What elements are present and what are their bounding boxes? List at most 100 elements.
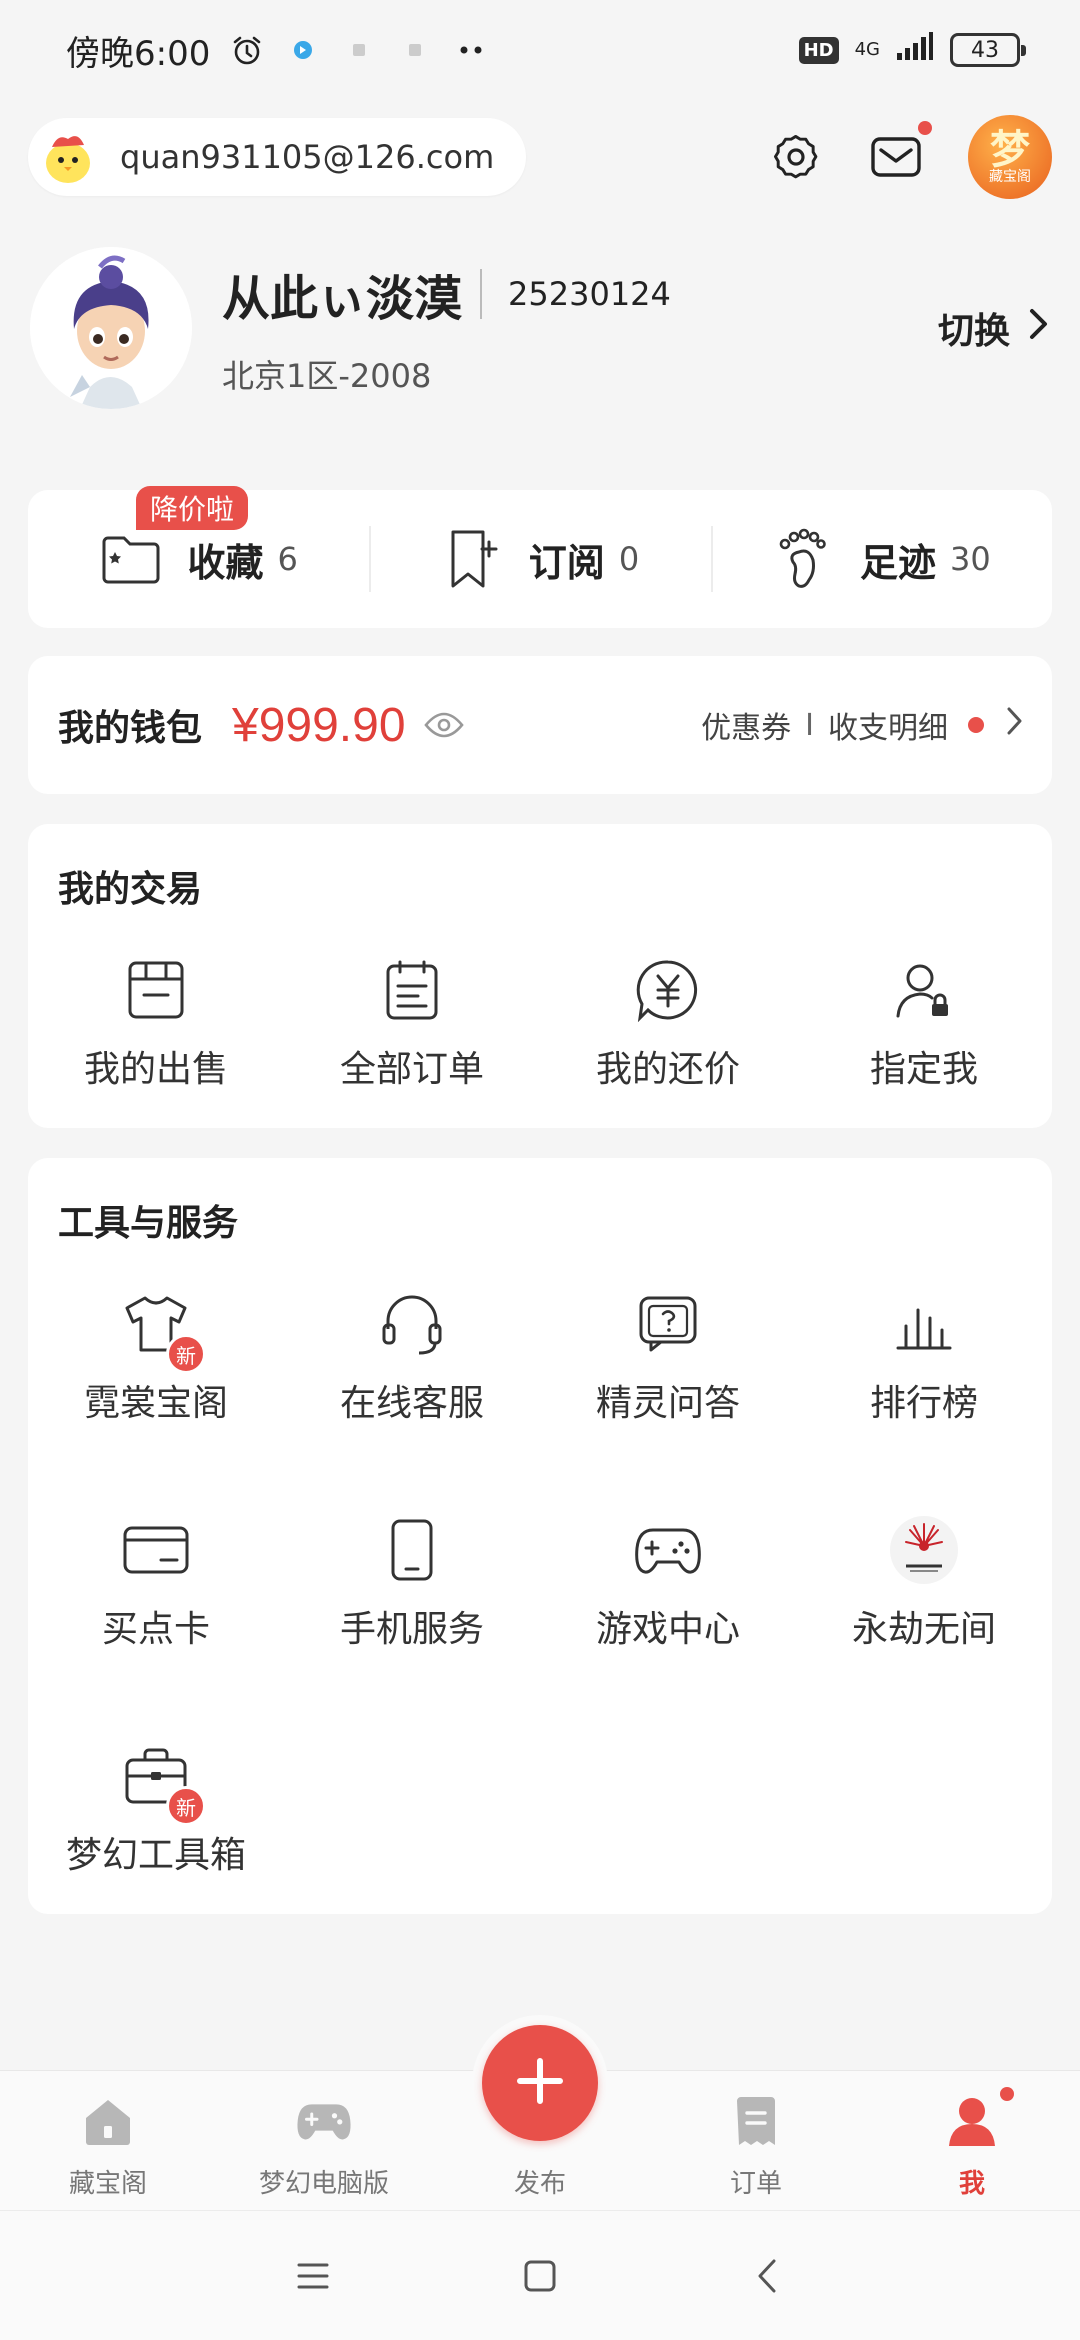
online-support-button[interactable]: 在线客服 (284, 1288, 540, 1514)
wallet-separator: I (805, 707, 814, 743)
user-id: 25230124 (508, 275, 671, 313)
nav-item-me[interactable]: 我 (864, 2071, 1080, 2210)
grid-label: 全部订单 (339, 1049, 484, 1090)
grid-label: 霓裳宝阁 (83, 1383, 228, 1424)
naraka-logo-icon (888, 1514, 960, 1586)
grid-label: 游戏中心 (595, 1609, 740, 1650)
user-icon (944, 2087, 1014, 2149)
home-square-icon[interactable] (510, 2246, 570, 2306)
grid-label: 排行榜 (869, 1383, 978, 1424)
stat-count: 30 (949, 540, 991, 578)
new-badge: 新 (166, 1786, 206, 1826)
plus-icon (514, 2055, 566, 2111)
section-title: 我的交易 (58, 869, 203, 910)
name-divider (480, 269, 483, 319)
switch-label: 切换 (937, 311, 1010, 352)
mail-icon[interactable] (868, 121, 932, 185)
price-drop-badge: 降价啦 (136, 486, 249, 530)
nav-item-publish[interactable]: 发布 (432, 2015, 648, 2210)
logo-text: 藏宝阁 (989, 169, 1031, 185)
wallet-notification-dot (968, 717, 984, 733)
grid-label: 买点卡 (101, 1609, 210, 1650)
my-sales-button[interactable]: 我的出售 (28, 954, 284, 1180)
bookmark-plus-icon (441, 527, 505, 591)
grid-label: 精灵问答 (595, 1383, 740, 1424)
spirit-qa-button[interactable]: 精灵问答 (540, 1288, 796, 1514)
network-type: 4G (854, 39, 880, 60)
stat-subscriptions[interactable]: 订阅 0 (369, 490, 710, 628)
chick-avatar-icon (38, 127, 98, 187)
fashion-pavilion-button[interactable]: 新 霓裳宝阁 (28, 1288, 284, 1514)
buy-points-card-button[interactable]: 买点卡 (28, 1514, 284, 1740)
all-orders-button[interactable]: 全部订单 (284, 954, 540, 1180)
account-pill[interactable]: quan931105@126.com (28, 118, 527, 196)
stat-count: 0 (618, 540, 640, 578)
signal-icon (896, 30, 934, 70)
assigned-to-me-button[interactable]: 指定我 (796, 954, 1052, 1180)
alarm-icon (230, 33, 264, 67)
coupon-link[interactable]: 优惠券 (701, 703, 791, 747)
phone-service-button[interactable]: 手机服务 (284, 1514, 540, 1740)
shop-icon (120, 954, 192, 1026)
eye-icon[interactable] (423, 705, 464, 745)
toolbox-icon: 新 (120, 1740, 206, 1826)
footprint-icon (772, 527, 836, 591)
folder-star-icon (99, 527, 163, 591)
menu-icon[interactable] (283, 2246, 343, 2306)
nav-item-treasure-pavilion[interactable]: 藏宝阁 (0, 2071, 216, 2210)
wallet-amount: ¥999.90 (232, 698, 406, 752)
transaction-details-link[interactable]: 收支明细 (828, 703, 948, 747)
mail-unread-dot (918, 121, 932, 135)
stat-count: 6 (277, 540, 298, 578)
stat-footprints[interactable]: 足迹 30 (710, 490, 1052, 628)
grid-label: 我的还价 (595, 1049, 740, 1090)
stat-label: 订阅 (528, 540, 605, 585)
grid-label: 梦幻工具箱 (65, 1835, 246, 1876)
back-icon[interactable] (737, 2246, 797, 2306)
settings-icon[interactable] (768, 129, 824, 185)
stat-label: 收藏 (187, 540, 264, 585)
ranking-button[interactable]: 排行榜 (796, 1288, 1052, 1514)
naraka-button[interactable]: 永劫无间 (796, 1514, 1052, 1740)
home-icon (80, 2093, 136, 2149)
wallet-title: 我的钱包 (58, 708, 203, 749)
wallet-card[interactable]: 我的钱包 ¥999.90 优惠券 I 收支明细 (28, 656, 1052, 794)
ranking-icon (888, 1288, 960, 1360)
profile-avatar[interactable] (30, 247, 192, 409)
bottom-nav: 藏宝阁 梦幻电脑版 发布 订单 我 (0, 2015, 1080, 2210)
nav-label: 订单 (729, 2169, 782, 2199)
app-logo[interactable]: 梦 藏宝阁 (968, 115, 1052, 199)
headset-icon (376, 1288, 448, 1360)
yen-icon (632, 954, 704, 1026)
nickname: 从此ぃ淡漠 (222, 271, 463, 327)
system-nav-bar (0, 2210, 1080, 2340)
game-center-button[interactable]: 游戏中心 (540, 1514, 796, 1740)
stat-favorites[interactable]: 降价啦 收藏 6 (28, 486, 369, 628)
nav-item-pc-version[interactable]: 梦幻电脑版 (216, 2071, 432, 2210)
stats-card: 降价啦 收藏 6 订阅 0 足迹 30 (28, 486, 1052, 628)
order-icon (728, 2093, 784, 2149)
toolbox-button[interactable]: 新 梦幻工具箱 (28, 1740, 284, 1966)
card-icon (120, 1514, 192, 1586)
my-bargains-button[interactable]: 我的还价 (540, 954, 796, 1180)
server-name: 北京1区-2008 (222, 357, 432, 395)
my-trades-card: 我的交易 我的出售 全部订单 我的还价 指定我 (28, 824, 1052, 1128)
app-notification-icon (342, 33, 376, 67)
grid-label: 手机服务 (339, 1609, 484, 1650)
switch-account-button[interactable]: 切换 (938, 302, 1050, 354)
user-lock-icon (888, 954, 960, 1026)
nav-label: 发布 (513, 2169, 566, 2199)
section-title: 工具与服务 (58, 1203, 239, 1244)
grid-label: 在线客服 (339, 1383, 484, 1424)
app-notification-icon (286, 33, 320, 67)
profile-header: 从此ぃ淡漠 25230124 北京1区-2008 切换 (30, 246, 1050, 410)
grid-label: 我的出售 (83, 1049, 228, 1090)
chevron-right-icon (1006, 706, 1024, 744)
tools-services-card: 工具与服务 新 霓裳宝阁 在线客服 精灵问答 排行榜 买点卡 手机服务 游戏中心… (28, 1158, 1052, 1914)
phone-icon (376, 1514, 448, 1586)
top-bar: quan931105@126.com 梦 藏宝阁 (28, 115, 1052, 199)
publish-button[interactable] (482, 2025, 598, 2141)
nav-item-orders[interactable]: 订单 (648, 2071, 864, 2210)
chevron-right-icon (1028, 307, 1050, 350)
nav-label: 梦幻电脑版 (258, 2169, 389, 2199)
